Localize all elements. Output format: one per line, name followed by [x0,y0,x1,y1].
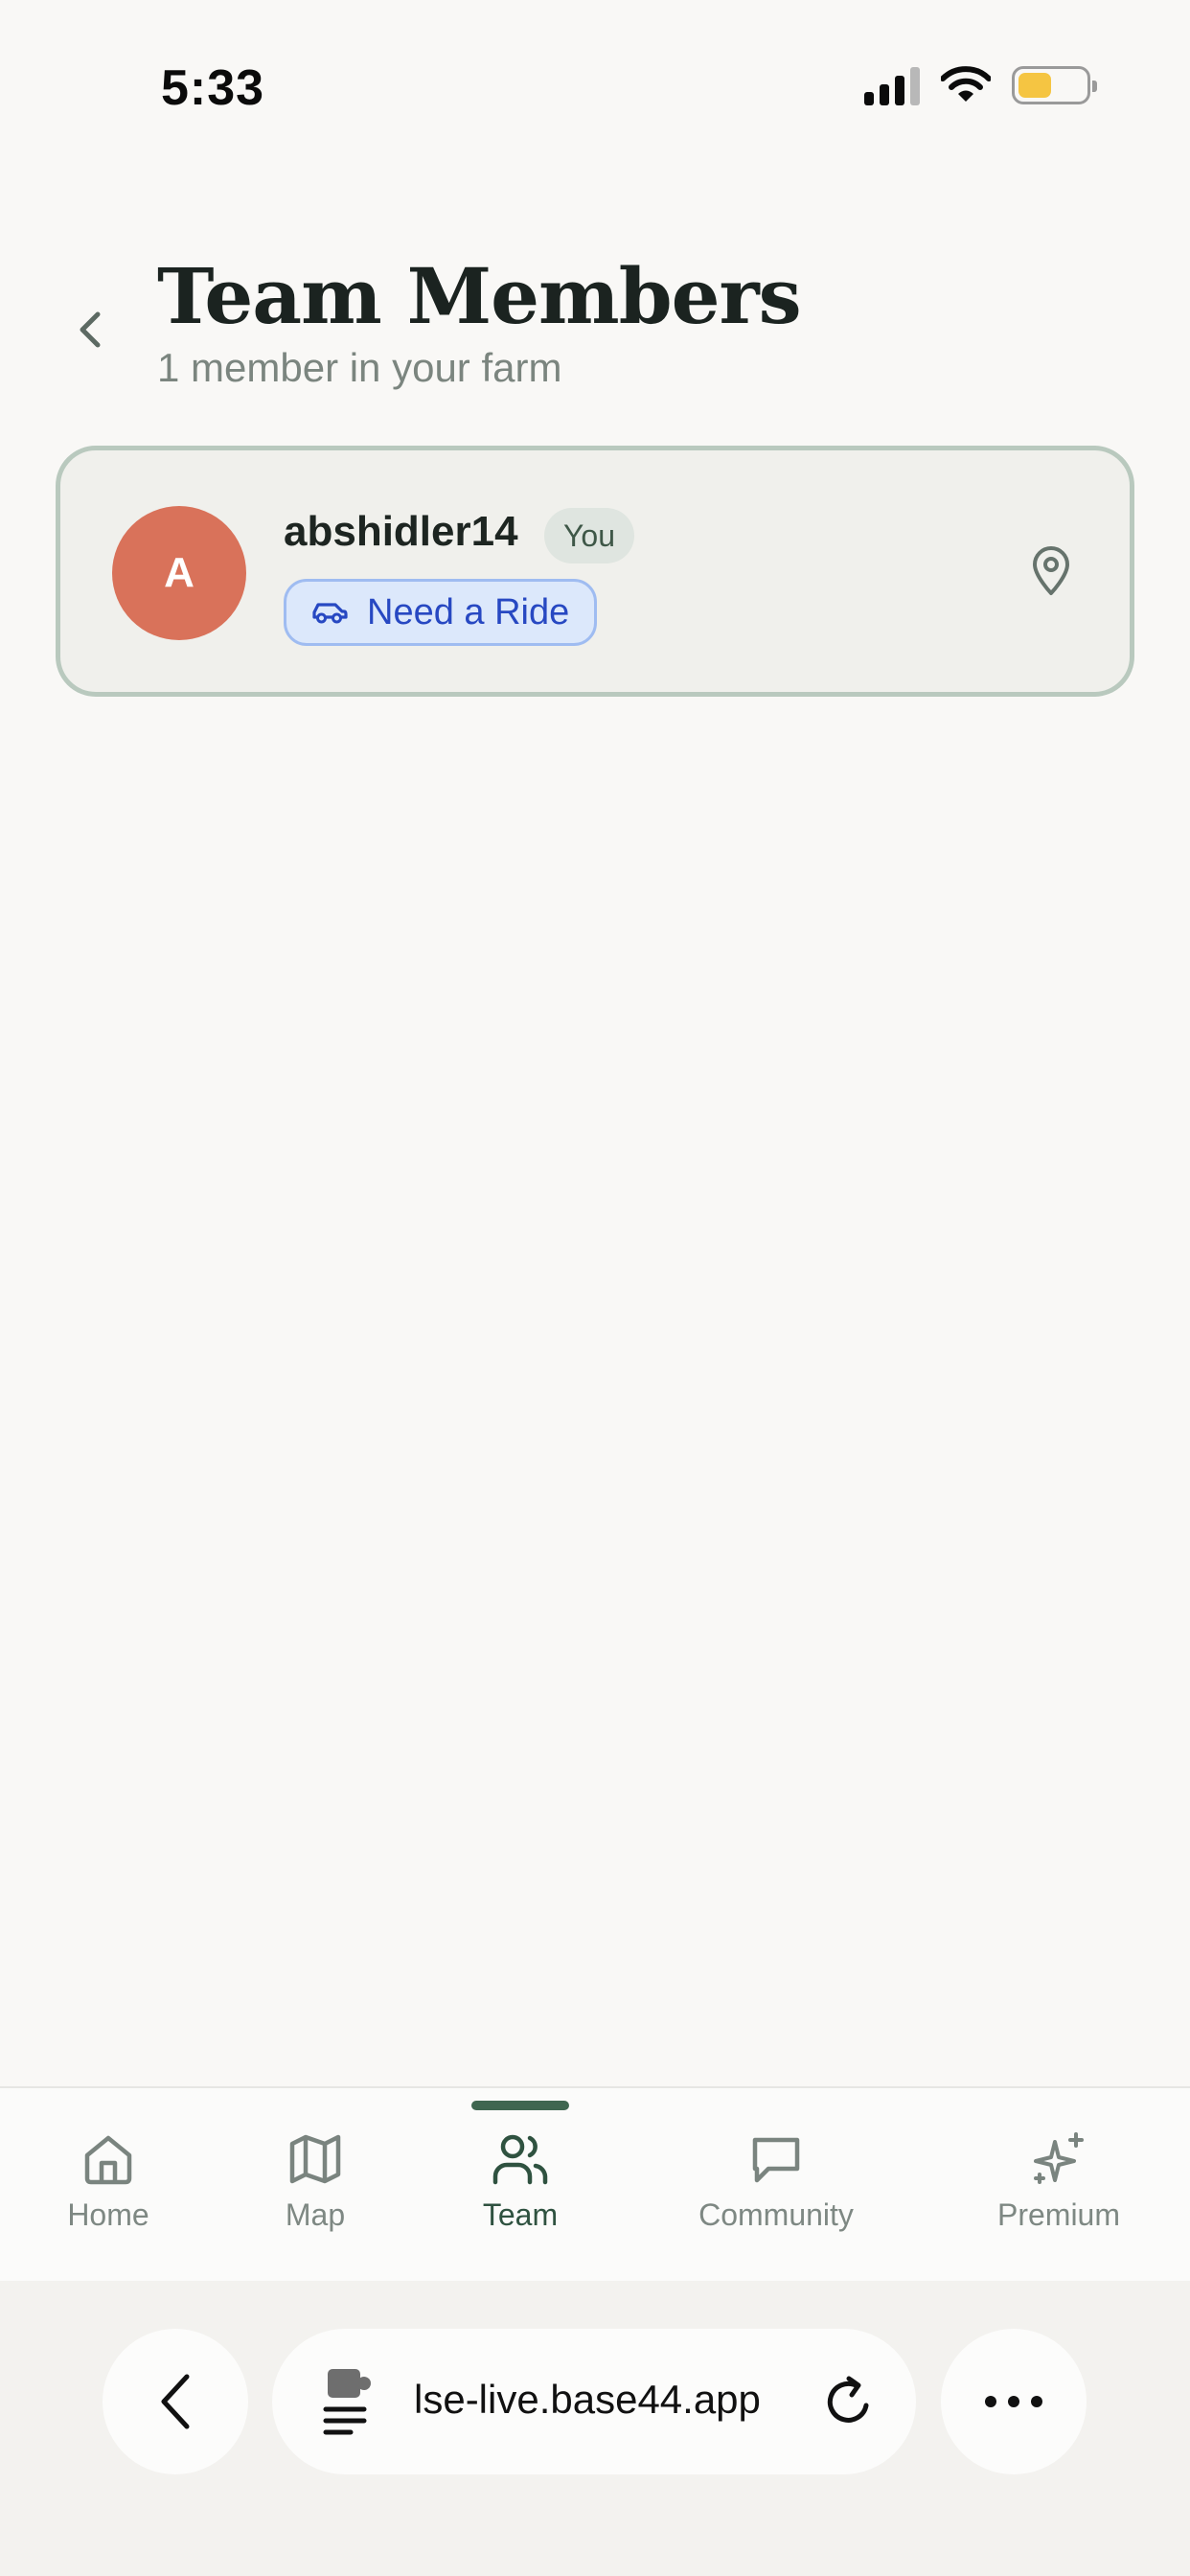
tab-premium[interactable]: Premium [991,2130,1127,2233]
tab-team[interactable]: Team [468,2130,573,2233]
reload-icon[interactable] [820,2373,878,2430]
chevron-left-icon [161,2374,190,2429]
status-icons [864,65,1097,105]
battery-icon [1012,66,1097,104]
active-tab-indicator [471,2101,569,2110]
tab-map-label: Map [285,2197,346,2232]
browser-back-button[interactable] [103,2329,248,2474]
member-location-button[interactable] [1022,542,1080,600]
you-badge: You [544,508,634,564]
browser-toolbar: lse-live.base44.app [0,2281,1190,2576]
chevron-left-icon [80,311,101,348]
wifi-icon [941,66,991,102]
you-badge-label: You [563,518,615,553]
tab-community-label: Community [698,2197,854,2232]
tab-premium-label: Premium [996,2197,1120,2232]
home-icon [84,2135,132,2185]
team-members-screen: 5:33 Team Members 1 member in your farm … [0,0,1190,2576]
message-square-icon [752,2137,800,2183]
need-a-ride-badge[interactable]: Need a Ride [284,579,598,646]
bottom-tab-bar: Home Map Team Community Premium [0,2086,1190,2281]
battery-level [1018,73,1051,98]
map-pin-icon [1033,546,1069,595]
more-options-button[interactable] [941,2329,1087,2474]
car-icon [312,603,348,624]
tab-community[interactable]: Community [680,2130,872,2233]
tab-team-label: Team [482,2197,559,2232]
url-text: lse-live.base44.app [414,2377,761,2422]
more-horizontal-icon [985,2396,996,2407]
tab-home[interactable]: Home [50,2130,167,2233]
url-bar[interactable]: lse-live.base44.app [272,2329,916,2474]
member-name: abshidler14 [284,508,518,555]
cellular-signal-icon [864,65,920,105]
page-extension-icon [323,2369,371,2435]
sparkles-icon [1034,2132,1084,2184]
map-icon [289,2134,341,2184]
status-time: 5:33 [161,60,265,116]
member-card[interactable]: A abshidler14 You Need a Ride [56,446,1134,697]
back-button[interactable] [59,299,121,360]
page-subtitle: 1 member in your farm [157,345,562,390]
tab-map[interactable]: Map [267,2130,363,2233]
avatar-initial: A [164,549,195,596]
avatar: A [112,506,246,640]
page-title: Team Members [157,251,802,341]
users-icon [492,2134,548,2185]
status-bar: 5:33 [0,0,1190,177]
tab-home-label: Home [67,2197,149,2232]
need-a-ride-label: Need a Ride [367,591,570,632]
